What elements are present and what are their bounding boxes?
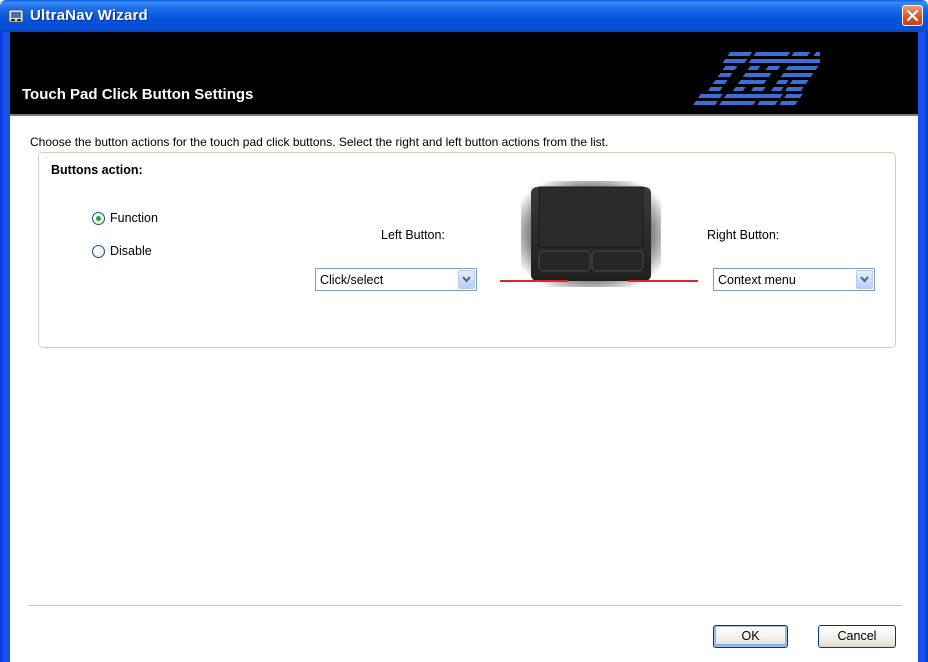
- right-indicator-line: [628, 280, 698, 282]
- window-frame-right: [918, 32, 928, 662]
- right-dropdown-button[interactable]: [856, 270, 873, 289]
- radio-checked-icon[interactable]: [92, 211, 105, 225]
- footer-divider: [28, 605, 902, 607]
- radio-function[interactable]: Function: [92, 211, 158, 225]
- radio-unchecked-icon[interactable]: [92, 244, 105, 258]
- radio-disable-label: Disable: [110, 244, 152, 258]
- radio-function-label: Function: [110, 211, 158, 225]
- right-button-value: Context menu: [718, 273, 796, 287]
- ibm-logo: [693, 52, 820, 105]
- buttons-action-group: Buttons action: Function Disable Left Bu…: [38, 152, 896, 348]
- wizard-header: Touch Pad Click Button Settings: [10, 32, 918, 116]
- chevron-down-icon: [860, 276, 869, 283]
- ok-button[interactable]: OK: [713, 625, 788, 648]
- window-title: UltraNav Wizard: [30, 7, 148, 24]
- app-icon: [8, 9, 24, 23]
- left-button-value: Click/select: [320, 273, 384, 287]
- left-dropdown-button[interactable]: [458, 270, 475, 289]
- touchpad-image: [521, 181, 661, 287]
- close-icon: [906, 9, 919, 22]
- radio-disable[interactable]: Disable: [92, 244, 152, 258]
- instruction-text: Choose the button actions for the touch …: [30, 135, 609, 149]
- left-button-select[interactable]: Click/select: [315, 268, 477, 291]
- window-frame-left: [0, 32, 10, 662]
- cancel-button[interactable]: Cancel: [818, 625, 896, 648]
- chevron-down-icon: [462, 276, 471, 283]
- right-button-select[interactable]: Context menu: [713, 268, 875, 291]
- wizard-body: Choose the button actions for the touch …: [10, 116, 918, 662]
- wizard-window: UltraNav Wizard Touch Pad Click Button S…: [0, 0, 928, 662]
- title-bar[interactable]: UltraNav Wizard: [0, 0, 928, 32]
- group-label: Buttons action:: [51, 163, 143, 177]
- page-title: Touch Pad Click Button Settings: [22, 86, 254, 103]
- close-button[interactable]: [902, 5, 923, 26]
- right-button-label: Right Button:: [707, 228, 780, 242]
- left-indicator-line: [500, 280, 568, 282]
- left-button-label: Left Button:: [381, 228, 445, 242]
